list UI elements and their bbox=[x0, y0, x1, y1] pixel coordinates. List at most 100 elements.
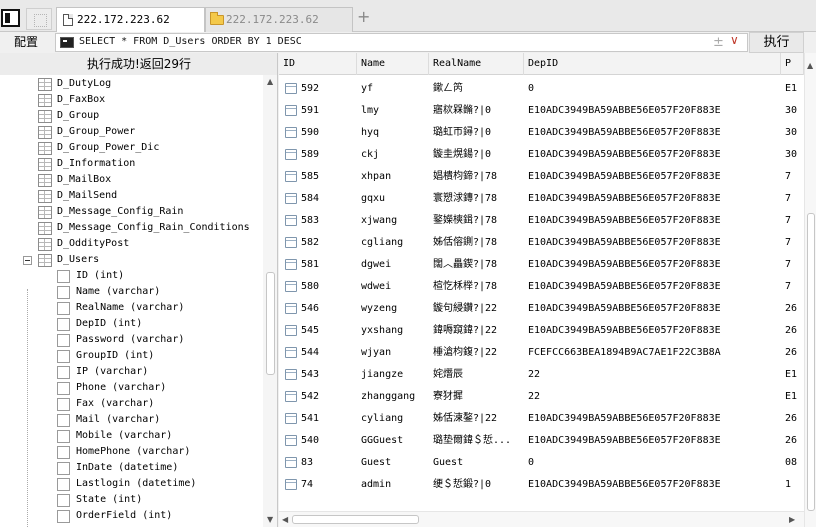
tab-connection-folder[interactable]: 222.172.223.62 bbox=[205, 7, 353, 32]
tree-table-item[interactable]: D_OddityPost bbox=[0, 237, 263, 253]
tree-column-item[interactable]: Fax (varchar) bbox=[0, 397, 263, 413]
cell-password[interactable]: 7 bbox=[785, 166, 802, 188]
cell-realname[interactable]: 姊佸傛鍘?|78 bbox=[433, 232, 522, 254]
table-row[interactable]: 580 wdwei 楦忔柇榉?|78 E10ADC3949BA59ABBE56E057… bbox=[279, 276, 804, 298]
cell-realname[interactable]: 寰愬浗鏄?|78 bbox=[433, 188, 522, 210]
tree-table-item[interactable]: D_Message_Config_Rain bbox=[0, 205, 263, 221]
cell-realname[interactable]: 姹熸辰 bbox=[433, 364, 522, 386]
tree-column-item[interactable]: Name (varchar) bbox=[0, 285, 263, 301]
table-row[interactable]: 546 wyzeng 鏇句綅鑽?|22 E10ADC3949BA59ABBE56E05… bbox=[279, 298, 804, 320]
cell-id[interactable]: 592 bbox=[301, 78, 357, 100]
cell-depid[interactable]: E10ADC3949BA59ABBE56E057F20F883E bbox=[528, 276, 779, 298]
cell-id[interactable]: 584 bbox=[301, 188, 357, 210]
cell-realname[interactable]: 鐜嬫樉鍓?|78 bbox=[433, 210, 522, 232]
tree-table-item[interactable]: D_Group_Power bbox=[0, 125, 263, 141]
column-header-name[interactable]: Name bbox=[357, 53, 429, 75]
cell-id[interactable]: 591 bbox=[301, 100, 357, 122]
column-header-id[interactable]: ID bbox=[279, 53, 357, 75]
column-header-password[interactable]: P bbox=[781, 53, 804, 75]
table-row[interactable]: 83 Guest Guest 0 08 bbox=[279, 452, 804, 474]
tree-column-item[interactable]: DepID (int) bbox=[0, 317, 263, 333]
collapse-minus-icon[interactable] bbox=[23, 256, 32, 265]
table-row[interactable]: 544 wjyan 棰滄枃鍑?|22 FCEFCC663BEA1894B9AC7AE1… bbox=[279, 342, 804, 364]
tree-column-item[interactable]: Mail (varchar) bbox=[0, 413, 263, 429]
cell-realname[interactable]: 姊佸湅鏊?|22 bbox=[433, 408, 522, 430]
cell-id[interactable]: 545 bbox=[301, 320, 357, 342]
tree-table-item[interactable]: D_DutyLog bbox=[0, 77, 263, 93]
tree-scrollbar-thumb[interactable] bbox=[266, 272, 275, 375]
cell-password[interactable]: 30 bbox=[785, 144, 802, 166]
cell-password[interactable]: 26 bbox=[785, 430, 802, 452]
cell-id[interactable]: 589 bbox=[301, 144, 357, 166]
cell-depid[interactable]: E10ADC3949BA59ABBE56E057F20F883E bbox=[528, 100, 779, 122]
cell-password[interactable]: 26 bbox=[785, 408, 802, 430]
cell-depid[interactable]: E10ADC3949BA59ABBE56E057F20F883E bbox=[528, 188, 779, 210]
cell-depid[interactable]: E10ADC3949BA59ABBE56E057F20F883E bbox=[528, 166, 779, 188]
column-header-depid[interactable]: DepID bbox=[524, 53, 781, 75]
tree-column-item[interactable]: InDate (datetime) bbox=[0, 461, 263, 477]
tree-column-item[interactable]: State (int) bbox=[0, 493, 263, 509]
table-row[interactable]: 590 hyq 璐虹帀鐞?|0 E10ADC3949BA59ABBE56E057F20… bbox=[279, 122, 804, 144]
scroll-right-icon[interactable]: ▶ bbox=[789, 515, 795, 524]
cell-realname[interactable]: 棰滄枃鍑?|22 bbox=[433, 342, 522, 364]
tree-table-item-expanded[interactable]: D_Users bbox=[0, 253, 263, 269]
table-row[interactable]: 584 gqxu 寰愬浗鏄?|78 E10ADC3949BA59ABBE56E057F… bbox=[279, 188, 804, 210]
cell-depid[interactable]: 22 bbox=[528, 386, 779, 408]
cell-name[interactable]: cgliang bbox=[361, 232, 427, 254]
table-row[interactable]: 589 ckj 鏇圭熀鍚?|0 E10ADC3949BA59ABBE56E057F20… bbox=[279, 144, 804, 166]
cell-depid[interactable]: E10ADC3949BA59ABBE56E057F20F883E bbox=[528, 122, 779, 144]
cell-password[interactable]: E1 bbox=[785, 78, 802, 100]
cell-password[interactable]: 7 bbox=[785, 276, 802, 298]
tree-table-item[interactable]: D_Information bbox=[0, 157, 263, 173]
cell-name[interactable]: dgwei bbox=[361, 254, 427, 276]
blank-tab-icon[interactable] bbox=[26, 8, 52, 30]
cell-depid[interactable]: E10ADC3949BA59ABBE56E057F20F883E bbox=[528, 474, 779, 496]
grid-horizontal-scrollbar[interactable]: ◀ ▶ bbox=[279, 511, 804, 527]
cell-password[interactable]: 08 bbox=[785, 452, 802, 474]
cell-depid[interactable]: E10ADC3949BA59ABBE56E057F20F883E bbox=[528, 320, 779, 342]
cell-password[interactable]: 7 bbox=[785, 232, 802, 254]
cell-depid[interactable]: E10ADC3949BA59ABBE56E057F20F883E bbox=[528, 254, 779, 276]
cell-name[interactable]: zhanggang bbox=[361, 386, 427, 408]
tree-column-item[interactable]: Lastlogin (datetime) bbox=[0, 477, 263, 493]
tab-connection-active[interactable]: 222.172.223.62 bbox=[56, 7, 205, 33]
table-row[interactable]: 585 xhpan 娼樻枃鍗?|78 E10ADC3949BA59ABBE56E057… bbox=[279, 166, 804, 188]
plus-minus-icon[interactable]: ± bbox=[713, 35, 724, 50]
new-tab-icon[interactable]: + bbox=[357, 9, 370, 25]
cell-name[interactable]: ckj bbox=[361, 144, 427, 166]
cell-id[interactable]: 74 bbox=[301, 474, 357, 496]
cell-password[interactable]: 26 bbox=[785, 298, 802, 320]
tree-table-item[interactable]: D_Message_Config_Rain_Conditions bbox=[0, 221, 263, 237]
cell-name[interactable]: gqxu bbox=[361, 188, 427, 210]
cell-depid[interactable]: 0 bbox=[528, 452, 779, 474]
cell-realname[interactable]: 楦忔柇榉?|78 bbox=[433, 276, 522, 298]
cell-password[interactable]: 7 bbox=[785, 254, 802, 276]
cell-realname[interactable]: 娼樻枃鍗?|78 bbox=[433, 166, 522, 188]
cell-id[interactable]: 580 bbox=[301, 276, 357, 298]
tree-table-item[interactable]: D_Group_Power_Dic bbox=[0, 141, 263, 157]
cell-depid[interactable]: 22 bbox=[528, 364, 779, 386]
tree-column-item[interactable]: GroupID (int) bbox=[0, 349, 263, 365]
tree-column-item[interactable]: Password (varchar) bbox=[0, 333, 263, 349]
cell-realname[interactable]: 寤栨槑鏅?|0 bbox=[433, 100, 522, 122]
cell-name[interactable]: GGGuest bbox=[361, 430, 427, 452]
cell-name[interactable]: xjwang bbox=[361, 210, 427, 232]
grid-vertical-scrollbar[interactable]: ▲ bbox=[804, 53, 816, 527]
cell-realname[interactable]: 鏉ㄥ笍 bbox=[433, 78, 522, 100]
table-row[interactable]: 540 GGGuest 璐垫爾鍏＄悊... E10ADC3949BA59ABBE56E… bbox=[279, 430, 804, 452]
table-row[interactable]: 74 admin 绠＄悊鍛?|0 E10ADC3949BA59ABBE56E057F2… bbox=[279, 474, 804, 496]
cell-depid[interactable]: E10ADC3949BA59ABBE56E057F20F883E bbox=[528, 298, 779, 320]
cell-name[interactable]: hyq bbox=[361, 122, 427, 144]
cell-name[interactable]: Guest bbox=[361, 452, 427, 474]
table-row[interactable]: 542 zhanggang 寮犲摨 22 E1 bbox=[279, 386, 804, 408]
cell-id[interactable]: 546 bbox=[301, 298, 357, 320]
table-row[interactable]: 592 yf 鏉ㄥ笍 0 E1 bbox=[279, 78, 804, 100]
sql-input[interactable]: SELECT * FROM D_Users ORDER BY 1 DESC ± … bbox=[55, 33, 748, 52]
grid-hscroll-thumb[interactable] bbox=[292, 515, 419, 524]
cell-password[interactable]: 26 bbox=[785, 320, 802, 342]
tree-column-item[interactable]: OrderField (int) bbox=[0, 509, 263, 525]
tree-table-item[interactable]: D_MailSend bbox=[0, 189, 263, 205]
cell-id[interactable]: 582 bbox=[301, 232, 357, 254]
cell-realname[interactable]: 闊︿畾鍥?|78 bbox=[433, 254, 522, 276]
cell-name[interactable]: jiangze bbox=[361, 364, 427, 386]
